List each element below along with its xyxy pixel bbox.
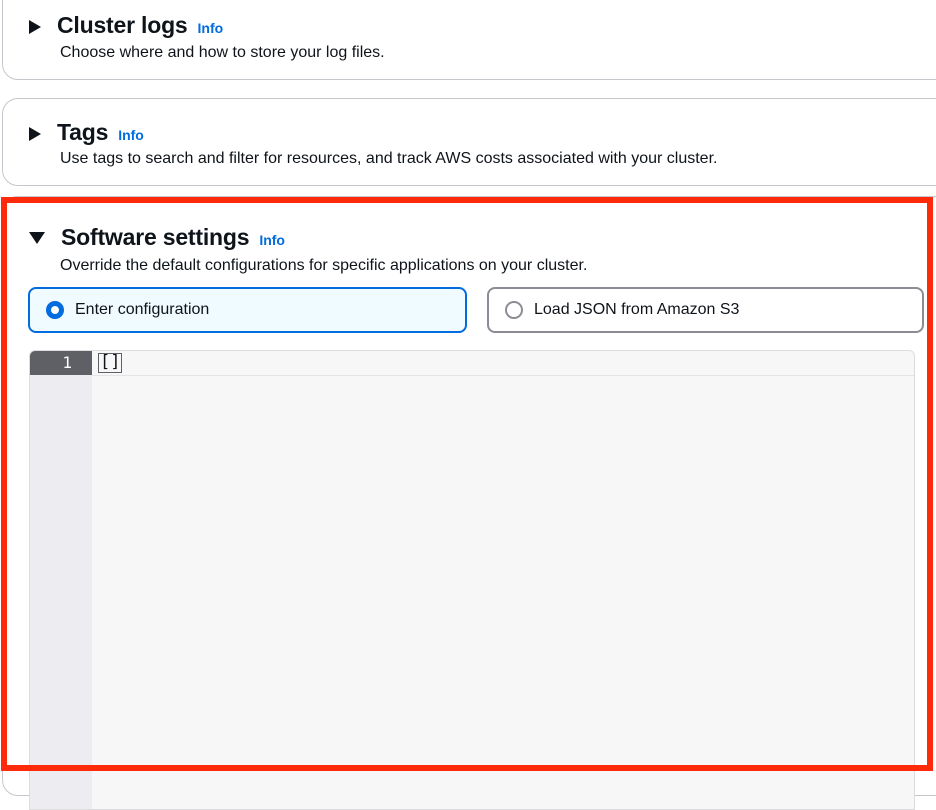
software-settings-section: Software settings Info Override the defa… bbox=[2, 196, 936, 810]
tags-description: Use tags to search and filter for resour… bbox=[60, 150, 718, 167]
editor-active-line[interactable] bbox=[92, 351, 914, 376]
enter-configuration-option[interactable]: Enter configuration bbox=[28, 287, 467, 333]
editor-content[interactable]: [] bbox=[98, 353, 123, 373]
load-json-s3-label: Load JSON from Amazon S3 bbox=[534, 301, 740, 318]
enter-configuration-label: Enter configuration bbox=[75, 301, 210, 318]
load-json-s3-option[interactable]: Load JSON from Amazon S3 bbox=[487, 287, 924, 333]
tags-header[interactable]: Tags Info bbox=[29, 119, 144, 146]
radio-selected-icon[interactable] bbox=[46, 301, 64, 319]
tags-title[interactable]: Tags bbox=[57, 119, 108, 146]
cluster-logs-title[interactable]: Cluster logs bbox=[57, 12, 188, 39]
software-settings-info-link[interactable]: Info bbox=[259, 232, 285, 248]
caret-right-icon[interactable] bbox=[29, 127, 41, 141]
editor-gutter bbox=[30, 351, 92, 809]
software-settings-title[interactable]: Software settings bbox=[61, 224, 250, 251]
software-settings-header[interactable]: Software settings Info bbox=[29, 224, 285, 251]
radio-unselected-icon[interactable] bbox=[505, 301, 523, 319]
configuration-code-editor[interactable]: 1 [] bbox=[29, 350, 915, 810]
tags-section: Tags Info Use tags to search and filter … bbox=[2, 98, 936, 186]
cluster-logs-header[interactable]: Cluster logs Info bbox=[29, 12, 223, 39]
cluster-logs-section: Cluster logs Info Choose where and how t… bbox=[2, 0, 936, 80]
cluster-logs-description: Choose where and how to store your log f… bbox=[60, 44, 385, 61]
tags-info-link[interactable]: Info bbox=[118, 127, 144, 143]
line-number: 1 bbox=[30, 351, 92, 375]
cluster-logs-info-link[interactable]: Info bbox=[198, 20, 224, 36]
caret-right-icon[interactable] bbox=[29, 20, 41, 34]
software-settings-description: Override the default configurations for … bbox=[60, 257, 588, 274]
caret-down-icon[interactable] bbox=[29, 232, 45, 244]
